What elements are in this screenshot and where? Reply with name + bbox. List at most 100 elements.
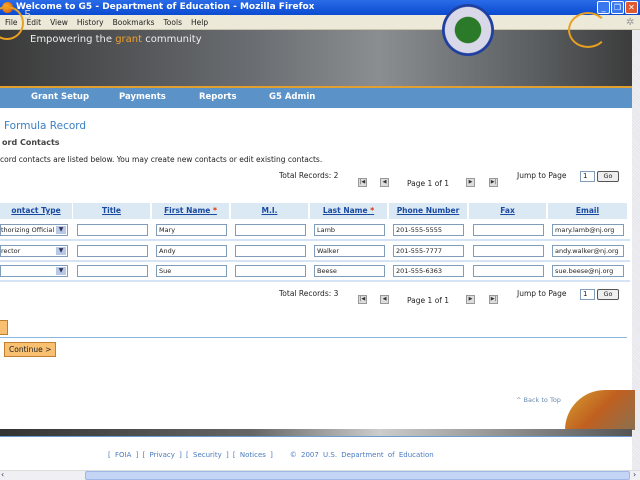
menu-view[interactable]: View xyxy=(50,15,68,30)
title-input[interactable] xyxy=(77,265,148,277)
footer-foia[interactable]: FOIA xyxy=(115,451,131,459)
footer: [ FOIA ] [ Privacy ] [ Security ] [ Noti… xyxy=(108,451,434,459)
field-value: Andy xyxy=(159,247,176,255)
description: cord contacts are listed below. You may … xyxy=(0,155,323,164)
mi-input[interactable] xyxy=(235,224,306,236)
header-title[interactable]: Title xyxy=(73,203,150,219)
logo-superscript: 5 xyxy=(24,8,32,22)
g5-logo-right xyxy=(568,12,608,48)
field-value: sue.beese@nj.org xyxy=(555,267,614,275)
last-page-icon[interactable]: ▶| xyxy=(489,295,498,304)
header-phone[interactable]: Phone Number xyxy=(389,203,467,219)
department-seal-logo xyxy=(442,4,494,56)
fax-input[interactable] xyxy=(473,245,544,257)
field-value: 201-555-5555 xyxy=(396,226,443,234)
email-input[interactable]: andy.walker@nj.org xyxy=(552,245,624,257)
menu-bar: File Edit View History Bookmarks Tools Help xyxy=(0,15,640,30)
nav-g5-admin[interactable]: G5 Admin xyxy=(269,88,315,107)
title-input[interactable] xyxy=(77,224,148,236)
throbber-icon: ✲ xyxy=(626,17,635,28)
contact-type-select[interactable]: thorizing Official ▼ xyxy=(0,224,68,236)
chevron-down-icon[interactable]: ▼ xyxy=(56,267,66,275)
minimize-button[interactable]: _ xyxy=(597,1,610,14)
next-page-icon[interactable]: ▶ xyxy=(466,295,475,304)
mi-input[interactable] xyxy=(235,265,306,277)
first-name-input[interactable]: Andy xyxy=(156,245,227,257)
scroll-right-icon[interactable]: › xyxy=(633,470,636,479)
phone-input[interactable]: 201-555-6363 xyxy=(393,265,464,277)
footer-privacy[interactable]: Privacy xyxy=(150,451,175,459)
go-button[interactable]: Go xyxy=(597,171,619,182)
chevron-down-icon[interactable]: ▼ xyxy=(56,226,66,234)
jump-label: Jump to Page xyxy=(517,171,567,180)
last-name-input[interactable]: Walker xyxy=(314,245,385,257)
row-divider xyxy=(0,260,630,262)
field-value: mary.lamb@nj.org xyxy=(555,226,615,234)
close-button[interactable]: ✕ xyxy=(625,1,638,14)
window-title-bar: Welcome to G5 - Department of Education … xyxy=(0,0,640,15)
mi-input[interactable] xyxy=(235,245,306,257)
phone-input[interactable]: 201-555-5555 xyxy=(393,224,464,236)
email-input[interactable]: mary.lamb@nj.org xyxy=(552,224,624,236)
continue-button[interactable]: Continue > xyxy=(4,342,57,357)
email-input[interactable]: sue.beese@nj.org xyxy=(552,265,624,277)
nav-payments[interactable]: Payments xyxy=(119,88,166,107)
footer-notices[interactable]: Notices xyxy=(240,451,266,459)
row-divider xyxy=(0,280,630,282)
jump-page-input-bottom[interactable]: 1 xyxy=(580,289,595,300)
prev-page-icon[interactable]: ◀ xyxy=(380,178,389,187)
go-button-bottom[interactable]: Go xyxy=(597,289,619,300)
field-value: thorizing Official xyxy=(1,226,55,234)
nav-reports[interactable]: Reports xyxy=(199,88,237,107)
nav-grant-setup[interactable]: Grant Setup xyxy=(31,88,89,107)
header-email[interactable]: Email xyxy=(548,203,627,219)
title-input[interactable] xyxy=(77,245,148,257)
jump-page-input[interactable]: 1 xyxy=(580,171,595,182)
section-title: ord Contacts xyxy=(2,138,60,147)
field-value: Sue xyxy=(159,267,172,275)
header-last-name[interactable]: Last Name * xyxy=(310,203,387,219)
menu-bookmarks[interactable]: Bookmarks xyxy=(113,15,155,30)
total-records: Total Records: 2 xyxy=(279,171,339,180)
field-value: 201-555-6363 xyxy=(396,267,443,275)
field-value: rector xyxy=(1,247,21,255)
menu-history[interactable]: History xyxy=(77,15,104,30)
last-page-icon[interactable]: ▶| xyxy=(489,178,498,187)
last-name-input[interactable]: Lamb xyxy=(314,224,385,236)
scrollbar-thumb[interactable] xyxy=(85,471,630,480)
header-contact-type[interactable]: ontact Type xyxy=(0,203,72,219)
header-first-name[interactable]: First Name * xyxy=(152,203,229,219)
footer-security[interactable]: Security xyxy=(193,451,222,459)
chevron-down-icon[interactable]: ▼ xyxy=(56,247,66,255)
header-fax[interactable]: Fax xyxy=(469,203,546,219)
first-page-icon[interactable]: |◀ xyxy=(358,295,367,304)
jump-label-bottom: Jump to Page xyxy=(517,289,567,298)
fax-input[interactable] xyxy=(473,265,544,277)
first-name-input[interactable]: Mary xyxy=(156,224,227,236)
first-page-icon[interactable]: |◀ xyxy=(358,178,367,187)
field-value: Walker xyxy=(317,247,340,255)
back-to-top-link[interactable]: ^ Back to Top xyxy=(516,396,561,404)
next-page-icon[interactable]: ▶ xyxy=(466,178,475,187)
contact-type-select[interactable]: rector ▼ xyxy=(0,245,68,257)
contact-type-select[interactable]: ▼ xyxy=(0,265,68,277)
page-title: Formula Record xyxy=(4,120,87,132)
window-title: Welcome to G5 - Department of Education … xyxy=(16,2,315,12)
scroll-left-icon[interactable]: ‹ xyxy=(1,470,4,479)
first-name-input[interactable]: Sue xyxy=(156,265,227,277)
last-name-input[interactable]: Beese xyxy=(314,265,385,277)
field-value: Mary xyxy=(159,226,176,234)
maximize-button[interactable]: ❐ xyxy=(611,1,624,14)
menu-help[interactable]: Help xyxy=(191,15,208,30)
field-value: Lamb xyxy=(317,226,336,234)
header-mi[interactable]: M.I. xyxy=(231,203,308,219)
row-divider xyxy=(0,239,630,241)
main-nav: Grant Setup Payments Reports G5 Admin xyxy=(0,88,632,108)
phone-input[interactable]: 201-555-7777 xyxy=(393,245,464,257)
menu-tools[interactable]: Tools xyxy=(164,15,182,30)
fax-input[interactable] xyxy=(473,224,544,236)
prev-page-icon[interactable]: ◀ xyxy=(380,295,389,304)
tagline: Empowering the grant community xyxy=(30,34,202,45)
chairs-image xyxy=(565,390,635,430)
partial-button[interactable] xyxy=(0,320,8,335)
